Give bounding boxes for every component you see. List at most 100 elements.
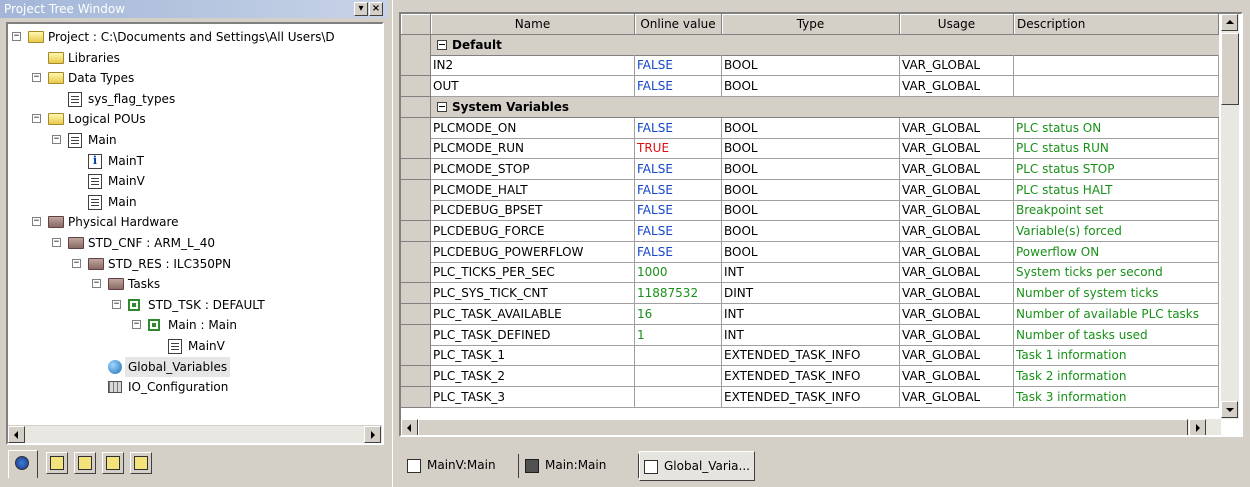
collapse-toggle-icon[interactable]: − [32, 217, 41, 227]
collapse-toggle-icon[interactable]: − [12, 32, 21, 41]
description-cell[interactable] [1014, 55, 1219, 77]
row-header[interactable] [401, 283, 431, 305]
description-cell[interactable]: Number of tasks used [1014, 324, 1219, 346]
variable-name-cell[interactable]: PLC_TASK_2 [431, 365, 635, 387]
tree-node[interactable]: − Project : C:\Documents and Settings\All… [8, 27, 378, 47]
row-header[interactable] [401, 303, 431, 325]
variable-row[interactable]: PLCMODE_HALT FALSE BOOL VAR_GLOBAL PLC statu… [401, 179, 1219, 201]
description-cell[interactable]: Number of system ticks [1014, 283, 1219, 305]
variable-row[interactable]: PLCDEBUG_POWERFLOW FALSE BOOL VAR_GLOBAL Pow… [401, 241, 1219, 263]
type-cell[interactable]: BOOL [722, 76, 900, 98]
description-cell[interactable] [1014, 76, 1219, 98]
description-cell[interactable]: PLC status RUN [1014, 138, 1219, 160]
variable-name-cell[interactable]: PLCMODE_STOP [431, 158, 635, 180]
variable-name-cell[interactable]: OUT [431, 76, 635, 98]
tree-node[interactable]: Main [8, 192, 378, 212]
collapse-toggle-icon[interactable]: − [32, 73, 41, 83]
usage-cell[interactable]: VAR_GLOBAL [900, 365, 1014, 387]
variable-row[interactable]: PLCMODE_RUN TRUE BOOL VAR_GLOBAL PLC status … [401, 138, 1219, 160]
online-value-cell[interactable]: FALSE [635, 200, 722, 222]
tab-project-tree[interactable] [8, 450, 38, 478]
column-header-usage[interactable]: Usage [900, 14, 1014, 35]
online-value-cell[interactable] [635, 365, 722, 387]
type-cell[interactable]: EXTENDED_TASK_INFO [722, 365, 900, 387]
variable-row[interactable]: PLC_TASK_2 EXTENDED_TASK_INFO VAR_GLOBAL Ta… [401, 365, 1219, 387]
variable-name-cell[interactable]: PLCDEBUG_FORCE [431, 221, 635, 242]
description-cell[interactable]: Task 3 information [1014, 386, 1219, 408]
tree-node[interactable]: IO_Configuration [8, 377, 378, 397]
close-button[interactable]: × [369, 2, 383, 16]
variable-name-cell[interactable]: PLC_SYS_TICK_CNT [431, 283, 635, 305]
variable-row[interactable]: PLCMODE_ON FALSE BOOL VAR_GLOBAL PLC status … [401, 117, 1219, 139]
collapse-toggle-icon[interactable]: − [52, 135, 61, 144]
row-header[interactable] [401, 200, 431, 222]
tree-node[interactable]: MainV [8, 171, 378, 191]
tab-global-variables[interactable]: Global_Varia... [639, 451, 755, 481]
scroll-down-button[interactable] [1221, 401, 1238, 418]
row-header[interactable] [401, 324, 431, 346]
variable-name-cell[interactable]: PLCMODE_ON [431, 117, 635, 139]
online-value-cell[interactable]: FALSE [635, 76, 722, 98]
description-cell[interactable]: Task 1 information [1014, 345, 1219, 367]
tree-node[interactable]: − Data Types [8, 68, 378, 88]
description-cell[interactable]: PLC status HALT [1014, 179, 1219, 201]
horizontal-scroll-thumb[interactable] [418, 419, 1188, 435]
usage-cell[interactable]: VAR_GLOBAL [900, 76, 1014, 98]
online-value-cell[interactable]: FALSE [635, 55, 722, 77]
tree-node[interactable]: − Logical POUs [8, 109, 378, 129]
collapse-toggle-icon[interactable]: − [72, 258, 81, 268]
type-cell[interactable]: EXTENDED_TASK_INFO [722, 386, 900, 408]
tab-libraries[interactable] [46, 452, 68, 474]
row-header[interactable] [401, 345, 431, 367]
variable-row[interactable]: PLCDEBUG_FORCE FALSE BOOL VAR_GLOBAL Variabl… [401, 221, 1219, 242]
variable-name-cell[interactable]: PLC_TASK_3 [431, 386, 635, 408]
description-cell[interactable]: System ticks per second [1014, 262, 1219, 284]
type-cell[interactable]: BOOL [722, 179, 900, 201]
row-header[interactable] [401, 117, 431, 139]
collapse-toggle-icon[interactable]: − [92, 279, 101, 289]
row-header[interactable] [401, 34, 431, 56]
tree-node[interactable]: − STD_TSK : DEFAULT [8, 295, 378, 315]
usage-cell[interactable]: VAR_GLOBAL [900, 55, 1014, 77]
group-row[interactable]: System Variables [401, 96, 1219, 118]
tree-node[interactable]: − Tasks [8, 274, 378, 294]
type-cell[interactable]: EXTENDED_TASK_INFO [722, 345, 900, 367]
variable-name-cell[interactable]: PLC_TASK_1 [431, 345, 635, 367]
group-header[interactable]: Default [431, 34, 1219, 56]
collapse-toggle-icon[interactable]: − [32, 114, 41, 124]
tree-horizontal-scrollbar[interactable] [8, 425, 382, 443]
variable-row[interactable]: PLC_TASK_3 EXTENDED_TASK_INFO VAR_GLOBAL Ta… [401, 386, 1219, 408]
usage-cell[interactable]: VAR_GLOBAL [900, 303, 1014, 325]
scroll-right-button[interactable] [1189, 419, 1206, 435]
type-cell[interactable]: BOOL [722, 158, 900, 180]
usage-cell[interactable]: VAR_GLOBAL [900, 345, 1014, 367]
usage-cell[interactable]: VAR_GLOBAL [900, 241, 1014, 263]
scroll-left-button[interactable] [8, 426, 25, 443]
variable-row[interactable]: PLC_TASK_DEFINED 1 INT VAR_GLOBAL Number of … [401, 324, 1219, 346]
variable-row[interactable]: OUT FALSE BOOL VAR_GLOBAL [401, 76, 1219, 98]
row-header[interactable] [401, 365, 431, 387]
online-value-cell[interactable]: 11887532 [635, 283, 722, 305]
column-header-type[interactable]: Type [722, 14, 900, 35]
tree-node[interactable]: − STD_CNF : ARM_L_40 [8, 233, 378, 253]
variable-row[interactable]: PLCDEBUG_BPSET FALSE BOOL VAR_GLOBAL Breakpo… [401, 200, 1219, 222]
online-value-cell[interactable]: FALSE [635, 221, 722, 242]
row-header[interactable] [401, 241, 431, 263]
grid-vertical-scrollbar[interactable] [1221, 14, 1239, 419]
column-header-name[interactable]: Name [431, 14, 635, 35]
tree-node[interactable]: − Physical Hardware [8, 212, 378, 232]
variable-name-cell[interactable]: PLCMODE_RUN [431, 138, 635, 160]
collapse-toggle-icon[interactable]: − [132, 320, 141, 330]
description-cell[interactable]: Breakpoint set [1014, 200, 1219, 222]
row-header[interactable] [401, 158, 431, 180]
type-cell[interactable]: INT [722, 324, 900, 346]
project-tree-titlebar[interactable]: Project Tree Window ▾ × [0, 0, 388, 18]
usage-cell[interactable]: VAR_GLOBAL [900, 283, 1014, 305]
type-cell[interactable]: BOOL [722, 138, 900, 160]
online-value-cell[interactable]: TRUE [635, 138, 722, 160]
scroll-right-button[interactable] [364, 426, 381, 443]
description-cell[interactable]: Number of available PLC tasks [1014, 303, 1219, 325]
tree-node[interactable]: i MainT [8, 151, 378, 171]
variable-row[interactable]: PLC_SYS_TICK_CNT 11887532 DINT VAR_GLOBAL Nu… [401, 283, 1219, 305]
variable-name-cell[interactable]: PLCDEBUG_BPSET [431, 200, 635, 222]
